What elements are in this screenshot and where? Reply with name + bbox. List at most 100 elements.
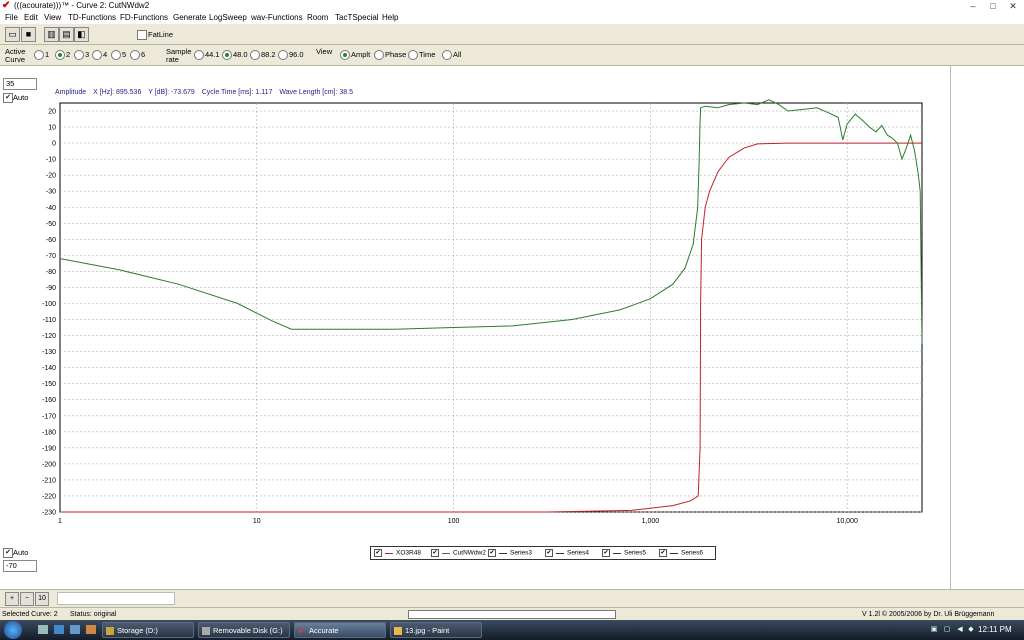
menu-room[interactable]: Room <box>307 13 328 23</box>
curve-radio-1[interactable] <box>34 50 44 60</box>
frequency-response-chart[interactable]: 20100-10-20-30-40-50-60-70-80-90-100-110… <box>0 66 950 544</box>
tray-monitor-icon[interactable]: ▢ <box>943 626 951 634</box>
curve-radio-6[interactable] <box>130 50 140 60</box>
y-tick-label: -200 <box>42 461 56 468</box>
menu-help[interactable]: Help <box>382 13 398 23</box>
folder-icon <box>106 627 114 635</box>
y-tick-label: 20 <box>48 109 56 116</box>
legend-checkbox[interactable]: ✔ <box>431 549 439 557</box>
y-min-input[interactable]: -70 <box>3 560 37 572</box>
legend-label: CutNWdw2 <box>453 549 486 557</box>
paste-icon[interactable]: ▤ <box>59 27 74 42</box>
curve-radio-2[interactable] <box>55 50 65 60</box>
zoom-10-button[interactable]: 10 <box>35 592 49 606</box>
curve-radio-3[interactable] <box>74 50 84 60</box>
legend-item-series6[interactable]: ✔ Series6 <box>659 549 703 558</box>
rate-radio-96[interactable] <box>278 50 288 60</box>
menu-bar: File Edit View TD-Functions FD-Functions… <box>0 12 1024 24</box>
legend-swatch <box>670 552 678 554</box>
curve-radio-6-label: 6 <box>141 50 146 59</box>
save-disk-icon[interactable]: ■ <box>21 27 36 42</box>
tray-network-icon[interactable]: ▣ <box>930 626 938 634</box>
x-tick-label: 10,000 <box>836 518 858 525</box>
fatline-checkbox[interactable] <box>137 30 147 40</box>
minimize-button[interactable]: – <box>966 1 980 11</box>
task-accurate[interactable]: ✔ Accurate <box>294 622 386 638</box>
view-radio-phase[interactable] <box>374 50 384 60</box>
menu-file[interactable]: File <box>5 13 18 23</box>
curve-radio-3-label: 3 <box>85 50 90 59</box>
legend-checkbox[interactable]: ✔ <box>545 549 553 557</box>
series-line-cutnwdw2 <box>59 99 923 344</box>
view-radio-amplt-label: Amplt <box>351 50 371 59</box>
quicklaunch-desktop-icon[interactable] <box>38 625 48 634</box>
menu-wav-functions[interactable]: wav-Functions <box>251 13 303 23</box>
copy-icon[interactable]: ▥ <box>44 27 59 42</box>
check-icon: ✔ <box>298 626 306 636</box>
menu-logsweep[interactable]: LogSweep <box>209 13 247 23</box>
zoom-field[interactable] <box>57 592 175 605</box>
start-orb-icon[interactable] <box>4 621 22 639</box>
rate-radio-48[interactable] <box>222 50 232 60</box>
quicklaunch-explorer-icon[interactable] <box>70 625 80 634</box>
legend-item-series3[interactable]: ✔ Series3 <box>488 549 532 558</box>
drive-icon <box>202 627 210 635</box>
open-folder-icon[interactable]: ▭ <box>5 27 20 42</box>
legend-checkbox[interactable]: ✔ <box>659 549 667 557</box>
rate-radio-88[interactable] <box>250 50 260 60</box>
y-tick-label: -80 <box>46 269 56 276</box>
auto-bottom-checkbox[interactable]: ✔ <box>3 548 13 558</box>
sample-rate-label-2: rate <box>166 55 179 64</box>
task-removable-disk[interactable]: Removable Disk (G:) <box>198 622 290 638</box>
legend-item-cutnwdw2[interactable]: ✔ CutNWdw2 <box>431 549 486 558</box>
legend-swatch <box>613 552 621 554</box>
curve-radio-5[interactable] <box>111 50 121 60</box>
close-button[interactable]: ✕ <box>1006 1 1020 11</box>
rate-radio-48-label: 48.0 <box>233 50 248 59</box>
legend-item-series5[interactable]: ✔ Series5 <box>602 549 646 558</box>
eraser-icon[interactable]: ◧ <box>74 27 89 42</box>
plot-frame <box>59 102 923 513</box>
y-tick-label: -10 <box>46 157 56 164</box>
quicklaunch-media-icon[interactable] <box>86 625 96 634</box>
legend-checkbox[interactable]: ✔ <box>602 549 610 557</box>
window-title: (((acourate)))™ - Curve 2: CutNWdw2 <box>14 1 150 10</box>
side-panel <box>950 66 1024 589</box>
rate-radio-88-label: 88.2 <box>261 50 276 59</box>
view-radio-time-label: Time <box>419 50 436 59</box>
task-storage[interactable]: Storage (D:) <box>102 622 194 638</box>
legend-swatch <box>442 552 450 554</box>
clock: 12:11 PM <box>978 625 1012 634</box>
task-paint[interactable]: 13.jpg - Paint <box>390 622 482 638</box>
legend-checkbox[interactable]: ✔ <box>488 549 496 557</box>
rate-radio-44[interactable] <box>194 50 204 60</box>
app-check-icon[interactable]: ✔ <box>2 1 12 11</box>
menu-generate[interactable]: Generate <box>173 13 206 23</box>
legend-item-xo3r48[interactable]: ✔ XO3R48 <box>374 549 421 558</box>
menu-view[interactable]: View <box>44 13 61 23</box>
quicklaunch-ie-icon[interactable] <box>54 625 64 634</box>
active-curve-label-2: Curve <box>5 55 26 64</box>
y-tick-label: -30 <box>46 189 56 196</box>
y-tick-label: -20 <box>46 173 56 180</box>
zoom-in-icon[interactable]: + <box>5 592 19 606</box>
zoom-out-icon[interactable]: − <box>20 592 34 606</box>
y-tick-label: 0 <box>52 141 56 148</box>
tray-shield-icon[interactable]: ◆ <box>967 626 975 634</box>
view-radio-amplt[interactable] <box>340 50 350 60</box>
menu-edit[interactable]: Edit <box>24 13 38 23</box>
curve-radio-4[interactable] <box>92 50 102 60</box>
y-tick-label: -210 <box>42 477 56 484</box>
legend-checkbox[interactable]: ✔ <box>374 549 382 557</box>
menu-tactspecial[interactable]: TacTSpecial <box>335 13 379 23</box>
status-version: V 1.2l © 2005/2006 by Dr. Uli Brüggemann <box>862 611 995 618</box>
view-radio-time[interactable] <box>408 50 418 60</box>
menu-fd-functions[interactable]: FD-Functions <box>120 13 168 23</box>
maximize-button[interactable]: □ <box>986 1 1000 11</box>
x-tick-label: 1,000 <box>642 518 660 525</box>
view-radio-all[interactable] <box>442 50 452 60</box>
tray-volume-icon[interactable]: ◀ <box>956 626 964 634</box>
y-tick-label: -150 <box>42 381 56 388</box>
legend-item-series4[interactable]: ✔ Series4 <box>545 549 589 558</box>
menu-td-functions[interactable]: TD-Functions <box>68 13 116 23</box>
